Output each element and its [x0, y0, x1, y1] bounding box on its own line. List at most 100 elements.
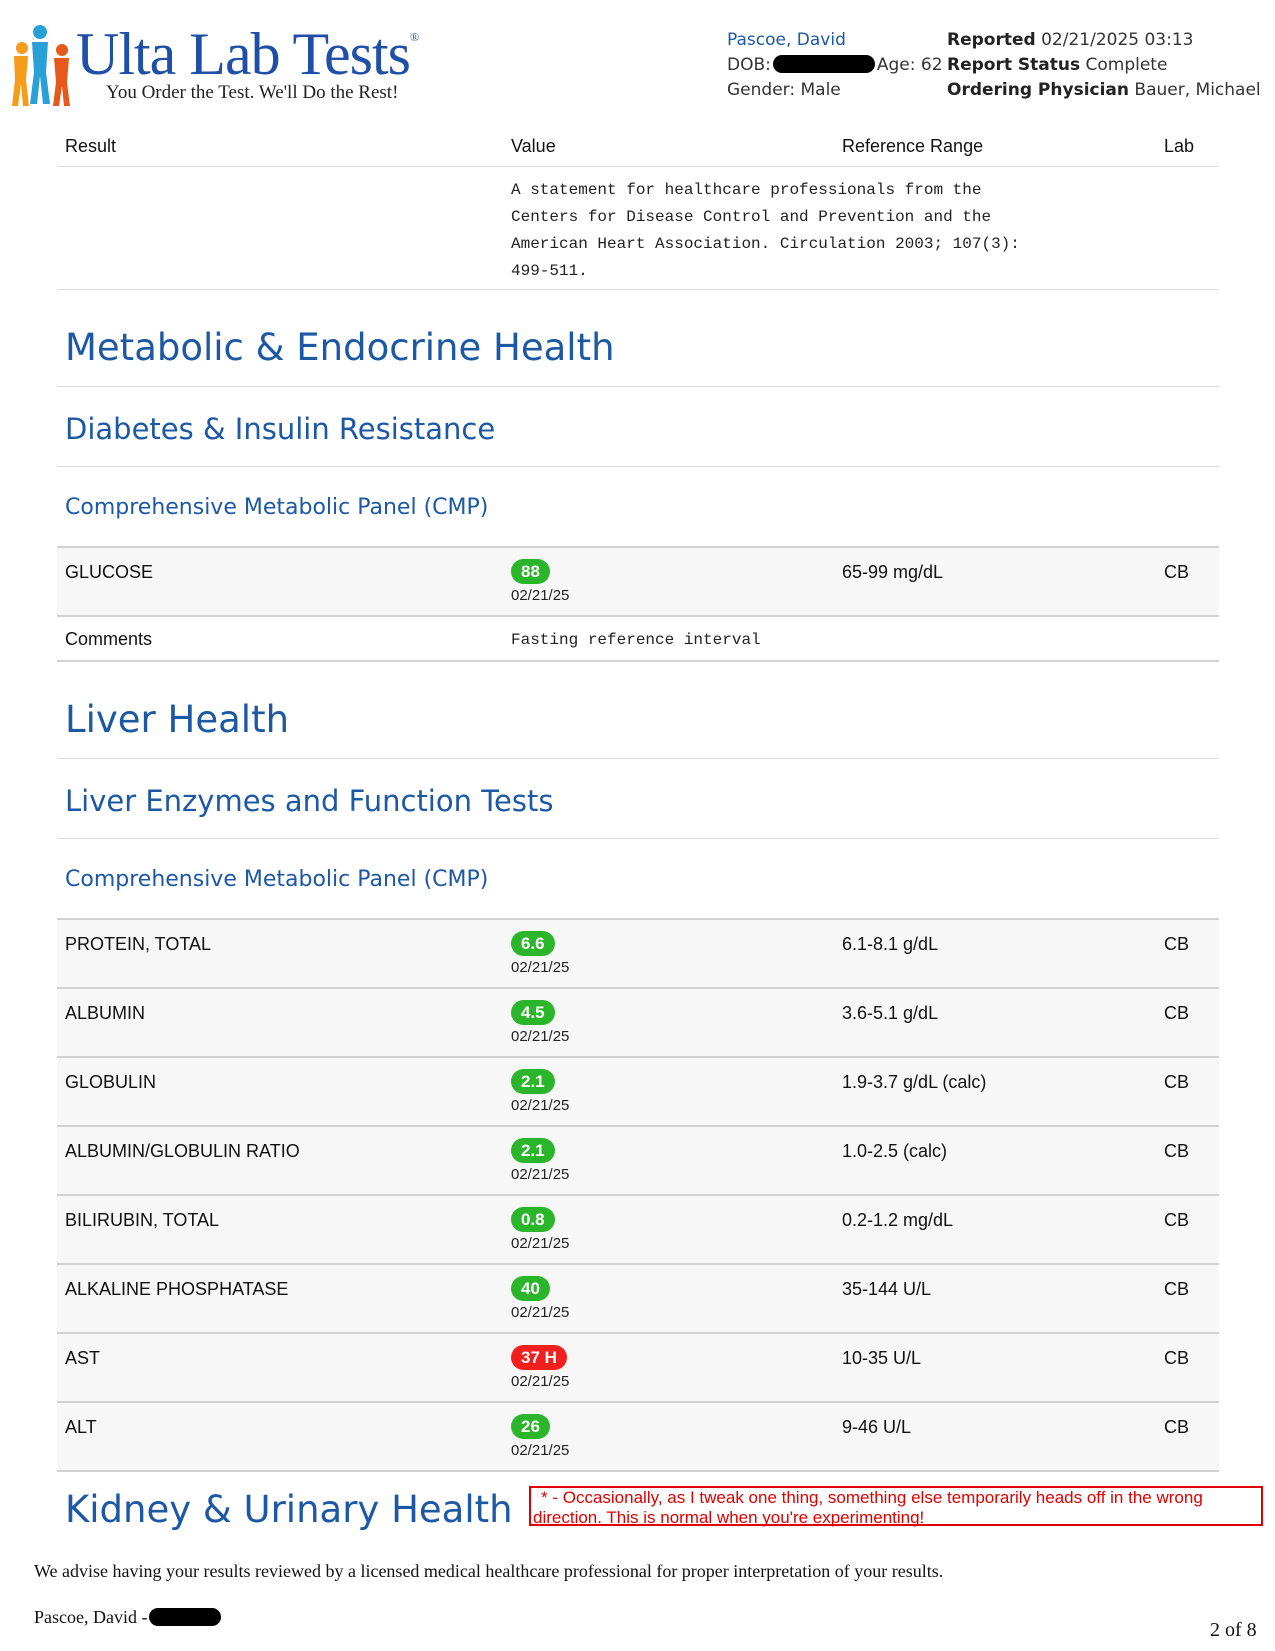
table-row: ALT 26 02/21/25 9-46 U/L CB	[57, 1403, 1219, 1472]
result-value: 0.8 02/21/25	[511, 1207, 569, 1252]
results-table: Result Value Reference Range Lab A state…	[57, 128, 1219, 1472]
result-date: 02/21/25	[511, 1097, 570, 1114]
col-lab: Lab	[1164, 136, 1195, 156]
comments-row: Comments Fasting reference interval	[57, 617, 1219, 662]
citation-note-row: A statement for healthcare professionals…	[57, 167, 1219, 290]
status-badge: 6.6	[511, 931, 555, 956]
reference-range: 65-99 mg/dL	[842, 562, 944, 582]
logo-title: Ulta Lab Tests®	[76, 21, 419, 87]
panel-title: Comprehensive Metabolic Panel (CMP)	[65, 867, 489, 892]
result-value: 26 02/21/25	[511, 1414, 569, 1459]
patient-name[interactable]: Pascoe, David	[727, 28, 943, 53]
status-badge: 4.5	[511, 1000, 555, 1025]
reference-range: 1.0-2.5 (calc)	[842, 1141, 948, 1161]
subsection-title: Liver Enzymes and Function Tests	[65, 784, 554, 818]
result-value: 2.1 02/21/25	[511, 1069, 569, 1114]
panel-title: Comprehensive Metabolic Panel (CMP)	[65, 495, 489, 520]
status-badge: 2.1	[511, 1138, 555, 1163]
page-number: 2 of 8	[1210, 1619, 1257, 1641]
result-name: ALBUMIN	[65, 1003, 146, 1023]
result-date: 02/21/25	[511, 1235, 570, 1252]
logo-tagline: You Order the Test. We'll Do the Rest!	[106, 82, 399, 103]
patient-info: Pascoe, David DOB: Age: 62 Gender: Male	[727, 28, 943, 103]
physician-line: Ordering Physician Bauer, Michael	[947, 80, 1261, 100]
section-metabolic: Metabolic & Endocrine Health	[57, 290, 1219, 387]
col-reference: Reference Range	[842, 136, 984, 156]
col-value: Value	[511, 136, 556, 156]
status-line: Report Status Complete	[947, 55, 1168, 75]
result-date: 02/21/25	[511, 1304, 570, 1321]
table-row: GLOBULIN 2.1 02/21/25 1.9-3.7 g/dL (calc) CB	[57, 1058, 1219, 1127]
footer-patient: Pascoe, David -	[34, 1607, 222, 1628]
status-badge: 88	[511, 559, 550, 584]
table-row: AST 37 H 02/21/25 10-35 U/L CB	[57, 1334, 1219, 1403]
reference-range: 3.6-5.1 g/dL	[842, 1003, 939, 1023]
status-badge: 26	[511, 1414, 550, 1439]
table-row: ALBUMIN/GLOBULIN RATIO 2.1 02/21/25 1.0-2.5…	[57, 1127, 1219, 1196]
result-value: 6.6 02/21/25	[511, 931, 569, 976]
table-row: PROTEIN, TOTAL 6.6 02/21/25 6.1-8.1 g/dL CB	[57, 920, 1219, 989]
report-info: Reported 02/21/2025 03:13 Report Status …	[947, 28, 1261, 103]
lab-code: CB	[1164, 1279, 1190, 1299]
reference-range: 35-144 U/L	[842, 1279, 932, 1299]
experiment-warning: * - Occasionally, as I tweak one thing, …	[529, 1486, 1263, 1527]
result-name: ALKALINE PHOSPHATASE	[65, 1279, 289, 1299]
lab-code: CB	[1164, 1072, 1190, 1092]
subsection-diabetes: Diabetes & Insulin Resistance	[57, 387, 1219, 467]
lab-code: CB	[1164, 562, 1190, 582]
section-title: Metabolic & Endocrine Health	[65, 326, 615, 369]
liver-results: PROTEIN, TOTAL 6.6 02/21/25 6.1-8.1 g/dL CB A…	[57, 920, 1219, 1472]
result-name: GLOBULIN	[65, 1072, 157, 1092]
logo: Ulta Lab Tests® You Order the Test. We'l…	[10, 18, 460, 108]
result-date: 02/21/25	[511, 959, 570, 976]
result-value: 37 H 02/21/25	[511, 1345, 569, 1390]
comments-label: Comments	[65, 629, 153, 649]
lab-code: CB	[1164, 1003, 1190, 1023]
result-date: 02/21/25	[511, 1373, 570, 1390]
status-badge: 2.1	[511, 1069, 555, 1094]
reference-range: 9-46 U/L	[842, 1417, 912, 1437]
reference-range: 0.2-1.2 mg/dL	[842, 1210, 954, 1230]
result-date: 02/21/25	[511, 1442, 570, 1459]
result-name: ALT	[65, 1417, 97, 1437]
table-row: ALKALINE PHOSPHATASE 40 02/21/25 35-144 U/L…	[57, 1265, 1219, 1334]
table-row: BILIRUBIN, TOTAL 0.8 02/21/25 0.2-1.2 mg/dL…	[57, 1196, 1219, 1265]
result-date: 02/21/25	[511, 1166, 570, 1183]
reference-range: 6.1-8.1 g/dL	[842, 934, 939, 954]
table-header: Result Value Reference Range Lab	[57, 128, 1219, 167]
reference-range: 10-35 U/L	[842, 1348, 922, 1368]
status-badge: 0.8	[511, 1207, 555, 1232]
advice-text: We advise having your results reviewed b…	[34, 1561, 944, 1581]
dob-age-line: DOB: Age: 62	[727, 55, 943, 75]
table-row: ALBUMIN 4.5 02/21/25 3.6-5.1 g/dL CB	[57, 989, 1219, 1058]
table-row: GLUCOSE 88 02/21/25 65-99 mg/dL CB	[57, 548, 1219, 617]
reported-line: Reported 02/21/2025 03:13	[947, 30, 1194, 50]
section-kidney: Kidney & Urinary Health	[65, 1488, 513, 1531]
lab-code: CB	[1164, 1348, 1190, 1368]
comments-text: Fasting reference interval	[511, 631, 761, 649]
reference-range: 1.9-3.7 g/dL (calc)	[842, 1072, 987, 1092]
citation-note: A statement for healthcare professionals…	[511, 181, 1020, 280]
result-value: 4.5 02/21/25	[511, 1000, 569, 1045]
subsection-title: Diabetes & Insulin Resistance	[65, 412, 496, 446]
result-name: AST	[65, 1348, 101, 1368]
result-value: 88 02/21/25	[511, 559, 569, 604]
result-value: 2.1 02/21/25	[511, 1138, 569, 1183]
panel-cmp-metabolic: Comprehensive Metabolic Panel (CMP)	[57, 467, 1219, 548]
result-value: 40 02/21/25	[511, 1276, 569, 1321]
result-name: PROTEIN, TOTAL	[65, 934, 212, 954]
result-name: ALBUMIN/GLOBULIN RATIO	[65, 1141, 300, 1161]
result-date: 02/21/25	[511, 1028, 570, 1045]
subsection-liver-enzymes: Liver Enzymes and Function Tests	[57, 759, 1219, 839]
result-date: 02/21/25	[511, 587, 570, 604]
result-name: GLUCOSE	[65, 562, 154, 582]
lab-code: CB	[1164, 1141, 1190, 1161]
gender-line: Gender: Male	[727, 80, 841, 100]
redacted-dob	[772, 55, 875, 73]
status-badge: 40	[511, 1276, 550, 1301]
lab-code: CB	[1164, 934, 1190, 954]
redacted-id	[149, 1608, 222, 1626]
status-badge: 37 H	[511, 1345, 567, 1370]
panel-cmp-liver: Comprehensive Metabolic Panel (CMP)	[57, 839, 1219, 920]
lab-code: CB	[1164, 1417, 1190, 1437]
